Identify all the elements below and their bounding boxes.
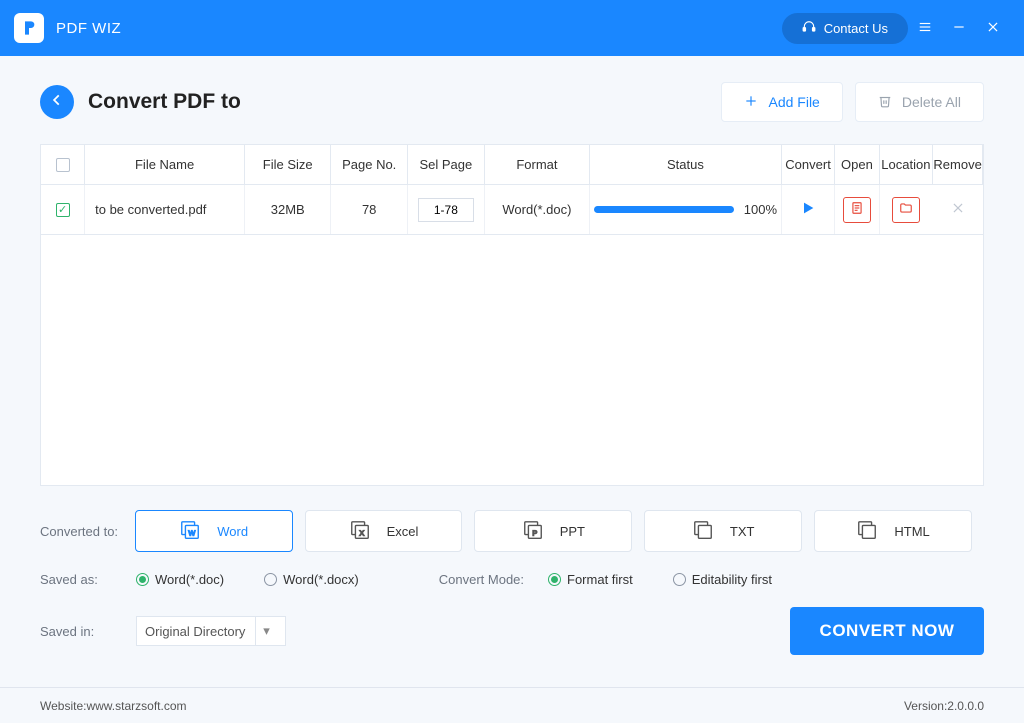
trash-icon xyxy=(878,94,892,111)
table-header: File Name File Size Page No. Sel Page Fo… xyxy=(41,145,983,185)
contact-us-button[interactable]: Contact Us xyxy=(782,13,908,44)
word-icon: W xyxy=(179,519,201,544)
close-icon xyxy=(986,18,1000,39)
col-size: File Size xyxy=(245,145,331,184)
svg-text:W: W xyxy=(189,528,196,537)
col-name: File Name xyxy=(85,145,245,184)
radio-icon xyxy=(673,573,686,586)
excel-icon: X xyxy=(349,519,371,544)
file-table: File Name File Size Page No. Sel Page Fo… xyxy=(40,144,984,486)
page-count: 78 xyxy=(331,185,408,234)
app-logo xyxy=(14,13,44,43)
remove-button[interactable] xyxy=(944,197,972,223)
format-html[interactable]: HTML xyxy=(814,510,972,552)
chevron-left-icon xyxy=(50,93,64,112)
website-label: Website: xyxy=(40,699,86,713)
radio-icon xyxy=(136,573,149,586)
close-button[interactable] xyxy=(976,11,1010,45)
select-all-checkbox[interactable] xyxy=(56,158,70,172)
minimize-icon xyxy=(952,18,966,39)
plus-icon xyxy=(744,94,758,111)
delete-all-button[interactable]: Delete All xyxy=(855,82,984,122)
document-icon xyxy=(850,201,864,218)
chevron-down-icon: ▾ xyxy=(255,617,277,645)
website-link[interactable]: www.starzsoft.com xyxy=(86,699,186,713)
progress: 100% xyxy=(590,202,781,217)
menu-button[interactable] xyxy=(908,11,942,45)
app-title: PDF WIZ xyxy=(56,20,121,37)
svg-text:X: X xyxy=(359,528,364,537)
saved-in-label: Saved in: xyxy=(40,624,136,639)
mode-format-first[interactable]: Format first xyxy=(548,572,633,587)
saved-as-docx[interactable]: Word(*.docx) xyxy=(264,572,359,587)
col-status: Status xyxy=(590,145,782,184)
radio-icon xyxy=(264,573,277,586)
convert-button[interactable] xyxy=(800,200,816,219)
file-name: to be converted.pdf xyxy=(85,185,245,234)
saved-as-label: Saved as: xyxy=(40,572,136,587)
col-location: Location xyxy=(880,145,934,184)
add-file-label: Add File xyxy=(768,94,819,110)
format-word[interactable]: W Word xyxy=(135,510,293,552)
file-size: 32MB xyxy=(245,185,331,234)
contact-us-label: Contact Us xyxy=(824,21,888,36)
saved-as-doc[interactable]: Word(*.doc) xyxy=(136,572,224,587)
format-excel[interactable]: X Excel xyxy=(305,510,463,552)
mode-editability-first[interactable]: Editability first xyxy=(673,572,772,587)
converted-to-label: Converted to: xyxy=(40,524,135,539)
col-selpage: Sel Page xyxy=(408,145,485,184)
row-format: Word(*.doc) xyxy=(485,185,590,234)
radio-icon xyxy=(548,573,561,586)
x-icon xyxy=(951,201,965,218)
saved-in-dropdown[interactable]: Original Directory ▾ xyxy=(136,616,286,646)
footer: Website: www.starzsoft.com Version: 2.0.… xyxy=(0,687,1024,723)
col-pageno: Page No. xyxy=(331,145,408,184)
delete-all-label: Delete All xyxy=(902,94,961,110)
svg-text:P: P xyxy=(532,528,537,537)
minimize-button[interactable] xyxy=(942,11,976,45)
txt-icon xyxy=(692,519,714,544)
progress-label: 100% xyxy=(744,202,777,217)
convert-mode-label: Convert Mode: xyxy=(439,572,524,587)
headset-icon xyxy=(802,20,816,37)
col-remove: Remove xyxy=(933,145,983,184)
format-txt[interactable]: TXT xyxy=(644,510,802,552)
html-icon xyxy=(856,519,878,544)
hamburger-icon xyxy=(918,18,932,39)
version-label: Version: xyxy=(904,699,947,713)
titlebar: PDF WIZ Contact Us xyxy=(0,0,1024,56)
table-row: ✓ to be converted.pdf 32MB 78 Word(*.doc… xyxy=(41,185,983,235)
page-title: Convert PDF to xyxy=(88,90,241,114)
back-button[interactable] xyxy=(40,85,74,119)
play-icon xyxy=(800,204,816,219)
saved-in-value: Original Directory xyxy=(145,624,245,639)
add-file-button[interactable]: Add File xyxy=(721,82,842,122)
convert-now-button[interactable]: CONVERT NOW xyxy=(790,607,984,655)
open-location-button[interactable] xyxy=(892,197,920,223)
col-convert: Convert xyxy=(782,145,836,184)
open-file-button[interactable] xyxy=(843,197,871,223)
version-value: 2.0.0.0 xyxy=(947,699,984,713)
sel-page-input[interactable] xyxy=(418,198,474,222)
folder-icon xyxy=(899,201,913,218)
format-ppt[interactable]: P PPT xyxy=(474,510,632,552)
row-checkbox[interactable]: ✓ xyxy=(56,203,70,217)
ppt-icon: P xyxy=(522,519,544,544)
col-format: Format xyxy=(485,145,590,184)
col-open: Open xyxy=(835,145,879,184)
